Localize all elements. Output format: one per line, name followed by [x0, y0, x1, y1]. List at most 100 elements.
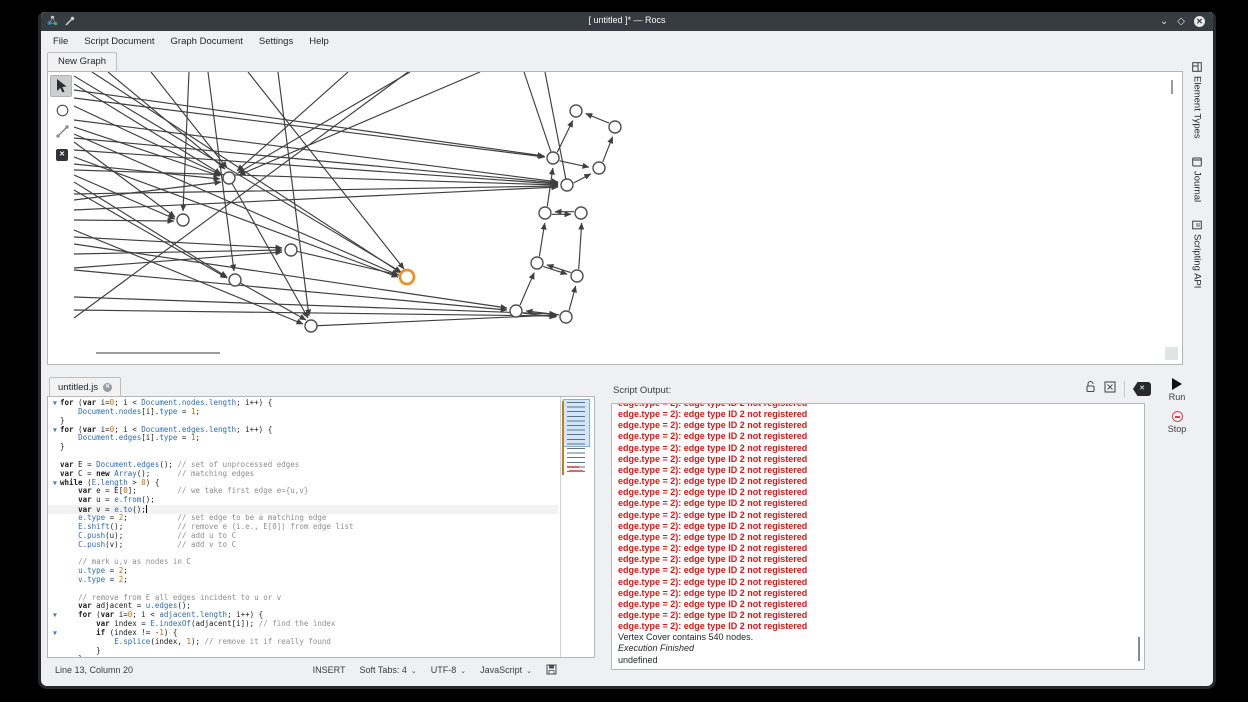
menu-item-script-document[interactable]: Script Document [76, 33, 162, 50]
code-line[interactable]: } [48, 647, 558, 656]
close-button[interactable]: ✕ [1194, 16, 1205, 27]
graph-edge[interactable] [557, 121, 573, 153]
tab-width-selector[interactable]: Soft Tabs: 4⌄ [359, 665, 416, 675]
graph-edge[interactable] [74, 76, 401, 272]
graph-node[interactable] [570, 105, 582, 117]
menu-item-file[interactable]: File [45, 33, 76, 50]
graph-node[interactable] [223, 172, 235, 184]
graph-edge[interactable] [74, 252, 282, 268]
graph-edge[interactable] [74, 90, 544, 156]
code-line[interactable]: Document.nodes[i].type = 1; [48, 408, 558, 417]
output-error-line: edge.type = 2): edge type ID 2 not regis… [618, 465, 1134, 476]
graph-edge[interactable] [545, 72, 567, 185]
graph-node[interactable] [531, 257, 543, 269]
menu-item-settings[interactable]: Settings [251, 33, 301, 50]
code-area[interactable]: ▼for (var i=0; i < Document.nodes.length… [48, 399, 558, 658]
fold-marker-icon[interactable]: ▼ [50, 629, 60, 638]
fold-marker-icon[interactable]: ▼ [50, 479, 60, 488]
encoding-selector[interactable]: UTF-8⌄ [431, 665, 466, 675]
code-line[interactable]: C.push(v); // add v to C [48, 541, 558, 550]
graph-node[interactable] [539, 207, 551, 219]
canvas-horizontal-scrollbar[interactable] [96, 352, 220, 354]
add-node-tool-button[interactable] [56, 104, 69, 122]
add-edge-tool-button[interactable] [55, 124, 70, 144]
graph-node[interactable] [575, 207, 587, 219]
code-line[interactable]: E.splice(index, 1); // remove it if real… [48, 638, 558, 647]
code-line[interactable]: } [48, 655, 558, 658]
fold-marker-icon[interactable]: ▼ [50, 426, 60, 435]
code-line[interactable]: } [48, 443, 558, 452]
graph-edge[interactable] [238, 72, 410, 173]
graph-edge[interactable] [278, 72, 309, 316]
menu-item-help[interactable]: Help [301, 33, 337, 50]
side-tab-element-types[interactable]: Element Types [1192, 60, 1203, 141]
graph-edge[interactable] [560, 161, 589, 167]
stop-button-label[interactable]: Stop [1159, 424, 1195, 434]
side-tab-journal[interactable]: Journal [1192, 155, 1203, 204]
graph-edge[interactable] [524, 72, 553, 158]
output-error-line: edge.type = 2): edge type ID 2 not regis… [618, 454, 1134, 465]
stop-icon[interactable] [1172, 411, 1183, 422]
script-output-panel[interactable]: edge.type = 2): edge type ID 2 not regis… [611, 403, 1145, 670]
graph-edge[interactable] [74, 190, 227, 278]
graph-edge[interactable] [74, 175, 175, 219]
graph-edge[interactable] [603, 137, 613, 162]
tab-close-icon[interactable]: ✕ [103, 383, 112, 392]
code-editor[interactable]: ▼for (var i=0; i < Document.nodes.length… [47, 396, 595, 658]
export-icon[interactable] [1104, 380, 1116, 398]
graph-node[interactable] [305, 320, 317, 332]
tab-new-graph[interactable]: New Graph [47, 52, 117, 71]
graph-node[interactable] [510, 305, 522, 317]
menu-item-graph-document[interactable]: Graph Document [163, 33, 251, 50]
editor-minimap[interactable] [560, 397, 594, 657]
graph-node[interactable] [229, 274, 241, 286]
graph-edge[interactable] [74, 220, 174, 221]
language-selector[interactable]: JavaScript⌄ [480, 665, 532, 675]
graph-edge[interactable] [520, 273, 534, 305]
graph-edge[interactable] [74, 250, 282, 254]
select-tool-button[interactable] [50, 75, 72, 97]
graph-edge[interactable] [151, 72, 227, 168]
title-bar[interactable]: [ untitled ]* — Rocs ⌄ ◇ ✕ [41, 12, 1213, 31]
graph-edge[interactable] [74, 138, 558, 183]
graph-node-highlighted[interactable] [400, 270, 414, 284]
graph-node[interactable] [571, 270, 583, 282]
run-icon[interactable] [1172, 378, 1182, 390]
output-result-line: undefined [618, 655, 1134, 666]
code-line[interactable]: v.type = 2; [48, 576, 558, 585]
insert-mode-button[interactable]: INSERT [313, 665, 346, 675]
graph-edge[interactable] [74, 150, 558, 184]
tab-untitled-js[interactable]: untitled.js ✕ [49, 377, 121, 396]
graph-edge[interactable] [569, 286, 576, 311]
code-line[interactable]: Document.edges[i].type = 1; [48, 434, 558, 443]
lock-icon[interactable] [1085, 380, 1096, 398]
fold-marker-icon[interactable]: ▼ [50, 611, 60, 620]
graph-edge[interactable] [586, 114, 609, 124]
graph-node[interactable] [177, 214, 189, 226]
maximize-button[interactable]: ◇ [1177, 15, 1185, 29]
graph-edge[interactable] [248, 72, 404, 269]
graph-edge[interactable] [237, 72, 348, 171]
run-button-label[interactable]: Run [1159, 392, 1195, 402]
output-scrollbar[interactable] [1138, 637, 1140, 661]
graph-canvas[interactable]: ✕ [47, 71, 1183, 365]
canvas-vertical-scrollbar[interactable] [1171, 80, 1173, 94]
graph-edge[interactable] [74, 310, 557, 316]
code-line[interactable]: var u = e.from(); [48, 496, 558, 505]
minimize-button[interactable]: ⌄ [1160, 15, 1168, 29]
graph-node[interactable] [561, 179, 573, 191]
graph-node[interactable] [560, 311, 572, 323]
graph-node[interactable] [609, 121, 621, 133]
graph-edge[interactable] [579, 223, 582, 269]
fold-marker-icon[interactable]: ▼ [50, 399, 60, 408]
graph-edge[interactable] [291, 250, 399, 275]
graph-node[interactable] [547, 152, 559, 164]
graph-node[interactable] [285, 244, 297, 256]
delete-tool-button[interactable]: ✕ [56, 149, 68, 161]
graph-edge[interactable] [574, 174, 591, 183]
clear-output-icon[interactable]: ✕ [1133, 382, 1151, 396]
graph-edge[interactable] [539, 223, 544, 256]
save-icon[interactable] [546, 664, 557, 677]
side-tab-scripting-api[interactable]: Scripting API [1192, 218, 1203, 290]
graph-node[interactable] [593, 162, 605, 174]
